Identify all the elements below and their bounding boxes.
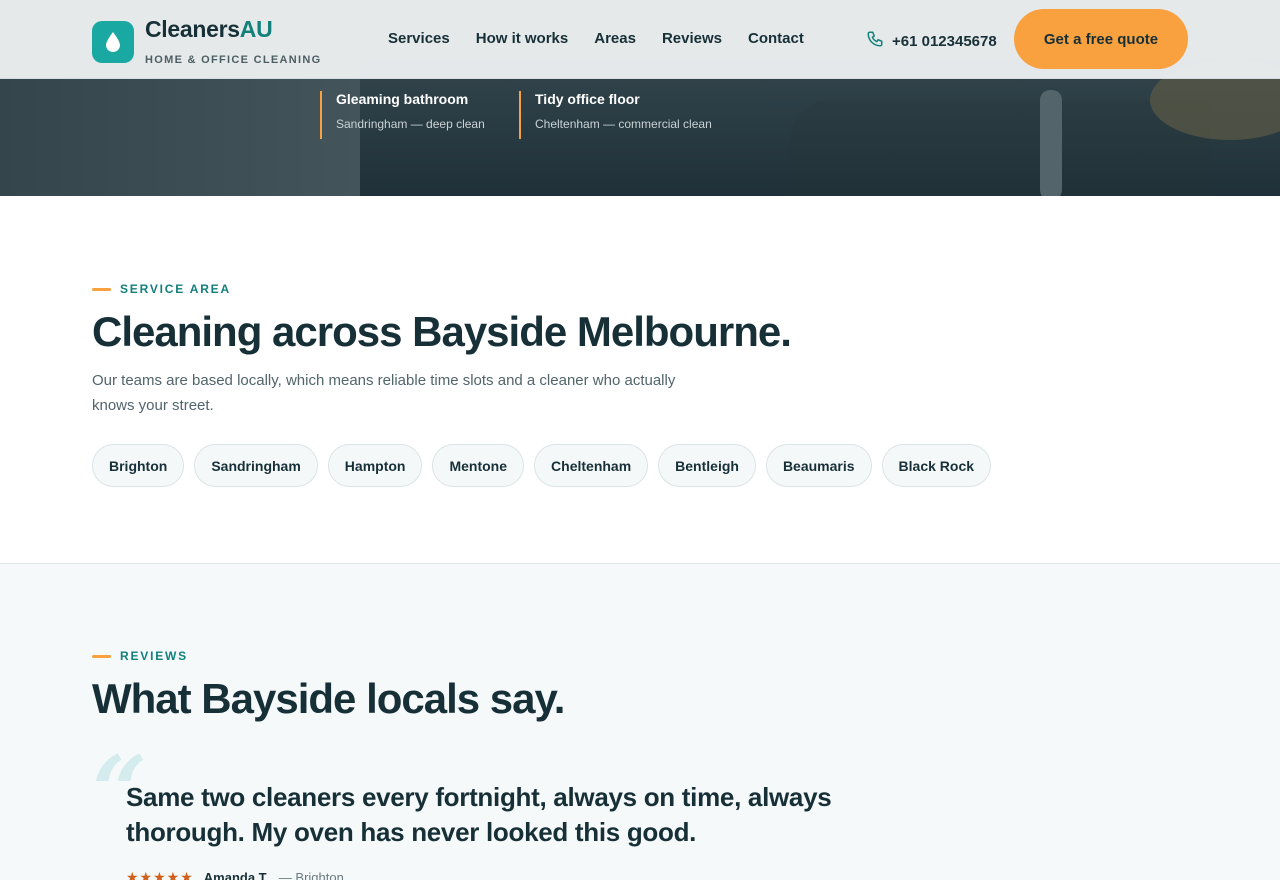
eyebrow-dash xyxy=(92,287,111,291)
suburb-chip-list: Brighton Sandringham Hampton Mentone Che… xyxy=(92,444,992,487)
nav-areas[interactable]: Areas xyxy=(594,30,636,47)
hero-caption-title: Tidy office floor xyxy=(535,91,640,107)
service-area-heading: Cleaning across Bayside Melbourne. xyxy=(92,308,792,355)
site-header: CleanersAU HOME & OFFICE CLEANING Servic… xyxy=(0,0,1280,79)
reviewer-line: ★★★★★ Amanda T. — Brighton xyxy=(126,869,344,880)
service-area-eyebrow: SERVICE AREA xyxy=(92,282,231,296)
phone-link[interactable]: +61 012345678 xyxy=(866,30,997,52)
hero-caption: Tidy office floor Cheltenham — commercia… xyxy=(519,91,712,139)
hero-caption: Gleaming bathroom Sandringham — deep cle… xyxy=(320,91,485,139)
main-nav: Services How it works Areas Reviews Cont… xyxy=(388,30,804,47)
get-quote-button[interactable]: Get a free quote xyxy=(1014,9,1188,69)
nav-how-it-works[interactable]: How it works xyxy=(476,30,569,47)
water-drop-icon xyxy=(92,21,134,63)
hero-sink-shape xyxy=(790,100,1210,196)
suburb-chip[interactable]: Sandringham xyxy=(194,444,318,487)
suburb-chip[interactable]: Black Rock xyxy=(881,444,992,487)
hero-caption-subtitle: Sandringham — deep clean xyxy=(336,117,485,131)
hero-cabinet-shape xyxy=(0,60,360,196)
eyebrow-label: SERVICE AREA xyxy=(120,282,231,296)
logo-link[interactable]: CleanersAU HOME & OFFICE CLEANING xyxy=(92,18,322,66)
phone-number: +61 012345678 xyxy=(892,32,997,50)
brand-name: CleanersAU xyxy=(145,18,322,41)
nav-services[interactable]: Services xyxy=(388,30,450,47)
service-area-lead: Our teams are based locally, which means… xyxy=(92,372,676,414)
brand-name-accent: AU xyxy=(239,16,273,42)
suburb-chip[interactable]: Beaumaris xyxy=(765,444,872,487)
suburb-chip[interactable]: Cheltenham xyxy=(534,444,649,487)
suburb-chip[interactable]: Bentleigh xyxy=(658,444,756,487)
suburb-chip[interactable]: Hampton xyxy=(327,444,423,487)
nav-contact[interactable]: Contact xyxy=(748,30,804,47)
brand-name-main: Cleaners xyxy=(145,16,240,42)
eyebrow-dash xyxy=(92,654,111,658)
logo-text: CleanersAU HOME & OFFICE CLEANING xyxy=(145,18,322,67)
phone-icon xyxy=(866,30,884,52)
suburb-chip[interactable]: Brighton xyxy=(92,444,185,487)
reviews-heading: What Bayside locals say. xyxy=(92,675,565,722)
reviewer-name: Amanda T. xyxy=(203,870,269,880)
reviews-eyebrow: REVIEWS xyxy=(92,649,188,663)
hero-caption-subtitle: Cheltenham — commercial clean xyxy=(535,117,712,131)
reviewer-location: — Brighton xyxy=(278,870,344,880)
hero-tap-shape xyxy=(1040,90,1062,196)
star-rating: ★★★★★ xyxy=(126,869,194,880)
review-quote: Same two cleaners every fortnight, alway… xyxy=(126,782,832,847)
nav-reviews[interactable]: Reviews xyxy=(662,30,722,47)
hero-caption-title: Gleaming bathroom xyxy=(336,91,469,107)
brand-tagline: HOME & OFFICE CLEANING xyxy=(145,54,322,66)
suburb-chip[interactable]: Mentone xyxy=(432,444,525,487)
eyebrow-label: REVIEWS xyxy=(120,649,188,663)
